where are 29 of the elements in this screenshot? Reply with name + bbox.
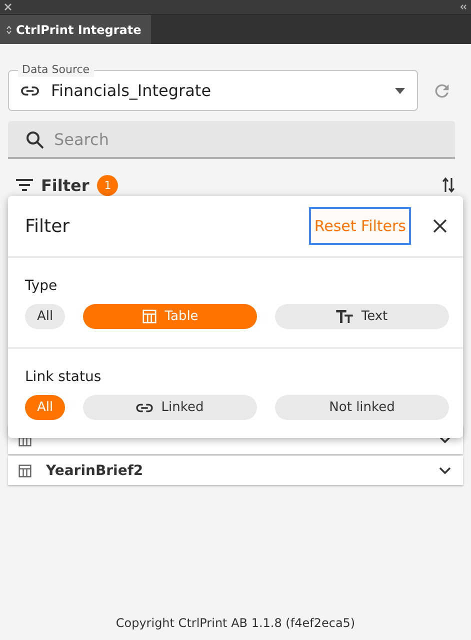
search-icon — [26, 131, 44, 149]
filter-chip[interactable]: All — [25, 304, 65, 329]
collapse-icon[interactable] — [459, 3, 467, 11]
sort-icon[interactable] — [442, 177, 455, 193]
text-size-icon — [336, 310, 354, 323]
panel-tab[interactable]: CtrlPrint Integrate — [0, 15, 152, 44]
chevron-down-icon — [439, 436, 451, 444]
copyright-text: Copyright CtrlPrint AB 1.1.8 (f4ef2eca5) — [114, 616, 356, 630]
link-icon — [21, 84, 39, 96]
filter-label: Filter — [41, 176, 90, 194]
filter-chip[interactable]: Linked — [83, 395, 257, 420]
table-icon — [142, 309, 157, 324]
close-icon[interactable] — [433, 219, 447, 233]
filter-count-badge: 1 — [97, 174, 118, 196]
field-label: Data Source — [18, 63, 94, 77]
section-title: Link status — [25, 369, 102, 385]
reorder-icon — [6, 24, 12, 34]
chevron-down-icon — [439, 466, 451, 474]
search-field[interactable]: Search — [8, 121, 455, 159]
section-title: Type — [25, 278, 58, 294]
caret-icon — [395, 88, 405, 94]
filter-icon[interactable] — [16, 179, 33, 191]
filter-chip[interactable]: Not linked — [275, 395, 449, 420]
filter-chip[interactable]: Text — [275, 304, 449, 329]
list-item[interactable]: YearinBrief2 — [8, 456, 463, 485]
link-icon — [136, 402, 154, 412]
popup-title: Filter — [25, 216, 71, 236]
table-icon — [18, 464, 32, 478]
close-icon[interactable] — [4, 3, 12, 11]
